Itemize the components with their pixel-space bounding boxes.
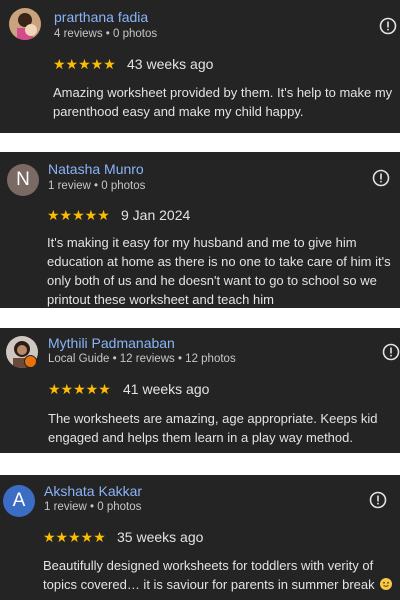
review-date: 9 Jan 2024: [121, 207, 191, 223]
review-text-line: topics covered… it is saviour for parent…: [43, 577, 375, 592]
reviewer-meta: 4 reviews • 0 photos: [54, 28, 158, 40]
reviewer-meta: 1 review • 0 photos: [44, 501, 142, 513]
info-circle-icon[interactable]: [379, 17, 397, 35]
reviewer-name[interactable]: Akshata Kakkar: [44, 483, 142, 499]
review-card: Mythili Padmanaban Local Guide • 12 revi…: [0, 328, 400, 453]
reviewer-name[interactable]: prarthana fadia: [54, 9, 148, 25]
info-circle-icon[interactable]: [369, 491, 387, 509]
review-text-line-with-emoji: topics covered… it is saviour for parent…: [43, 575, 393, 594]
smiling-face-emoji-icon: [380, 578, 393, 590]
info-circle-icon[interactable]: [372, 169, 390, 187]
star-rating: ★★★★★: [48, 381, 111, 397]
star-rating: ★★★★★: [53, 56, 116, 72]
avatar-letter: N: [16, 169, 30, 190]
review-text-line: The worksheets are amazing, age appropri…: [48, 411, 378, 426]
star-rating: ★★★★★: [47, 207, 110, 223]
review-text-line: parenthood easy and make my child happy.: [53, 104, 304, 119]
reviewer-meta: Local Guide • 12 reviews • 12 photos: [48, 353, 236, 365]
review-date: 41 weeks ago: [123, 381, 210, 397]
review-card: N Natasha Munro 1 review • 0 photos ★★★★…: [0, 152, 400, 308]
reviewer-avatar[interactable]: A: [3, 485, 35, 517]
info-circle-icon[interactable]: [382, 343, 400, 361]
review-text-line: only both of us and he doesn't want to g…: [47, 273, 377, 288]
review-text-line: printout these worksheet and teach him: [47, 292, 274, 307]
review-date: 35 weeks ago: [117, 529, 204, 545]
reviewer-meta: 1 review • 0 photos: [48, 180, 146, 192]
review-text-line: It's making it easy for my husband and m…: [47, 235, 357, 250]
review-text-line: engaged and helps them learn in a play w…: [48, 430, 353, 445]
review-text-line: Beautifully designed worksheets for todd…: [43, 558, 374, 573]
local-guide-badge: [24, 355, 37, 368]
review-text-line: education at home as there is no one to …: [47, 254, 391, 269]
review-card: prarthana fadia 4 reviews • 0 photos ★★★…: [0, 0, 400, 133]
reviewer-avatar[interactable]: [9, 8, 41, 40]
reviewer-name[interactable]: Mythili Padmanaban: [48, 335, 175, 351]
review-date: 43 weeks ago: [127, 56, 214, 72]
reviewer-avatar[interactable]: N: [7, 164, 39, 196]
review-text-line: Amazing worksheet provided by them. It's…: [53, 85, 393, 100]
review-card: A Akshata Kakkar 1 review • 0 photos ★★★…: [0, 475, 400, 600]
reviewer-name[interactable]: Natasha Munro: [48, 161, 144, 177]
star-rating: ★★★★★: [43, 529, 106, 545]
avatar-letter: A: [12, 490, 26, 511]
